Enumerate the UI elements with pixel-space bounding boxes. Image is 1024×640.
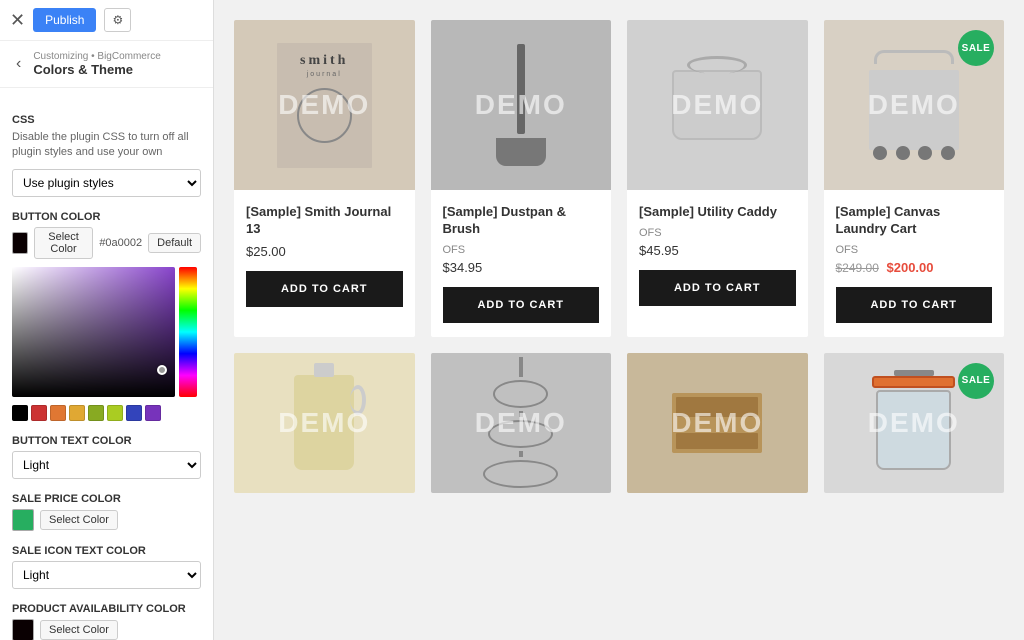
add-to-cart-button[interactable]: ADD TO CART <box>246 271 403 307</box>
product-card: SALE DEMO <box>824 353 1005 493</box>
close-button[interactable]: ✕ <box>10 10 25 31</box>
color-picker-dot[interactable] <box>157 365 167 375</box>
button-text-color-select[interactable]: Light Dark <box>12 451 201 479</box>
css-section-desc: Disable the plugin CSS to turn off all p… <box>12 130 201 161</box>
sale-price-swatch[interactable] <box>12 509 34 531</box>
product-card: DEMO [Sample] Utility Caddy OFS $45.95 A… <box>627 20 808 337</box>
add-to-cart-button[interactable]: ADD TO CART <box>443 287 600 323</box>
page-title: Colors & Theme <box>33 62 160 77</box>
product-name: [Sample] Dustpan & Brush <box>443 204 600 238</box>
product-availability-color-row: Select Color <box>12 619 201 640</box>
sale-badge: SALE <box>958 363 994 399</box>
product-ofs: OFS <box>639 227 796 239</box>
button-color-default-btn[interactable]: Default <box>148 233 201 253</box>
swatch-yellow[interactable] <box>69 405 85 421</box>
swatch-black[interactable] <box>12 405 28 421</box>
product-image: DEMO <box>431 20 612 190</box>
product-image: SALE DEMO <box>824 353 1005 493</box>
product-info: [Sample] Dustpan & Brush OFS $34.95 <box>431 190 612 287</box>
plugin-style-select[interactable]: Use plugin styles <box>12 169 201 197</box>
color-hue-bar[interactable] <box>179 267 197 397</box>
product-image: DEMO <box>627 20 808 190</box>
sidebar-content: CSS Disable the plugin CSS to turn off a… <box>0 88 213 640</box>
sale-price-color-row: Select Color <box>12 509 201 531</box>
product-card: smith journal DEMO [Sample] Smith Journa… <box>234 20 415 337</box>
sale-price: $200.00 <box>887 260 934 275</box>
button-color-hex: #0a0002 <box>99 237 142 249</box>
swatch-blue[interactable] <box>126 405 142 421</box>
original-price: $249.00 <box>836 261 879 275</box>
product-card: DEMO [Sample] Dustpan & Brush OFS $34.95… <box>431 20 612 337</box>
product-availability-color-label: Product Availability Color <box>12 603 201 615</box>
button-color-select-btn[interactable]: Select Color <box>34 227 93 259</box>
product-ofs: OFS <box>836 244 993 256</box>
swatch-orange[interactable] <box>50 405 66 421</box>
products-grid: smith journal DEMO [Sample] Smith Journa… <box>234 20 1004 493</box>
product-name: [Sample] Utility Caddy <box>639 204 796 221</box>
product-info: [Sample] Canvas Laundry Cart OFS $249.00… <box>824 190 1005 287</box>
button-color-label: Button Color <box>12 211 201 223</box>
product-card: SALE DEMO [Sample] Canvas Laundry Cart O… <box>824 20 1005 337</box>
product-price: $249.00 $200.00 <box>836 260 993 275</box>
sale-price-color-label: Sale Price Color <box>12 493 201 505</box>
swatch-red[interactable] <box>31 405 47 421</box>
color-swatches-row <box>12 405 201 421</box>
breadcrumb: Customizing • BigCommerce <box>33 51 160 62</box>
color-picker[interactable] <box>12 267 197 397</box>
product-price: $25.00 <box>246 244 403 259</box>
product-availability-select-btn[interactable]: Select Color <box>40 620 118 640</box>
publish-button[interactable]: Publish <box>33 8 96 32</box>
sale-price-select-btn[interactable]: Select Color <box>40 510 118 530</box>
css-section-label: CSS <box>12 114 201 126</box>
sidebar: ✕ Publish ⚙ ‹ Customizing • BigCommerce … <box>0 0 214 640</box>
journal-image-detail: smith journal <box>277 43 372 168</box>
product-card: DEMO <box>627 353 808 493</box>
sale-icon-text-color-label: Sale Icon Text Color <box>12 545 201 557</box>
product-price: $45.95 <box>639 243 796 258</box>
button-color-row: Select Color #0a0002 Default <box>12 227 201 259</box>
product-image: DEMO <box>627 353 808 493</box>
product-image: smith journal DEMO <box>234 20 415 190</box>
settings-button[interactable]: ⚙ <box>104 8 131 32</box>
product-ofs: OFS <box>443 244 600 256</box>
product-image: SALE DEMO <box>824 20 1005 190</box>
product-image: DEMO <box>234 353 415 493</box>
product-card: DEMO <box>431 353 612 493</box>
sidebar-top-bar: ✕ Publish ⚙ <box>0 0 213 41</box>
main-content: smith journal DEMO [Sample] Smith Journa… <box>214 0 1024 640</box>
sale-badge: SALE <box>958 30 994 66</box>
product-card: DEMO <box>234 353 415 493</box>
product-availability-swatch[interactable] <box>12 619 34 640</box>
back-button[interactable]: ‹ <box>12 53 25 75</box>
add-to-cart-button[interactable]: ADD TO CART <box>639 270 796 306</box>
sidebar-header: ‹ Customizing • BigCommerce Colors & The… <box>0 41 213 88</box>
product-image: DEMO <box>431 353 612 493</box>
button-color-swatch[interactable] <box>12 232 28 254</box>
button-text-color-label: Button Text Color <box>12 435 201 447</box>
swatch-lime[interactable] <box>107 405 123 421</box>
product-name: [Sample] Smith Journal 13 <box>246 204 403 238</box>
product-info: [Sample] Smith Journal 13 $25.00 <box>234 190 415 271</box>
add-to-cart-button[interactable]: ADD TO CART <box>836 287 993 323</box>
swatch-olive[interactable] <box>88 405 104 421</box>
product-price: $34.95 <box>443 260 600 275</box>
product-name: [Sample] Canvas Laundry Cart <box>836 204 993 238</box>
product-info: [Sample] Utility Caddy OFS $45.95 <box>627 190 808 270</box>
sale-icon-text-color-select[interactable]: Light Dark <box>12 561 201 589</box>
swatch-purple[interactable] <box>145 405 161 421</box>
